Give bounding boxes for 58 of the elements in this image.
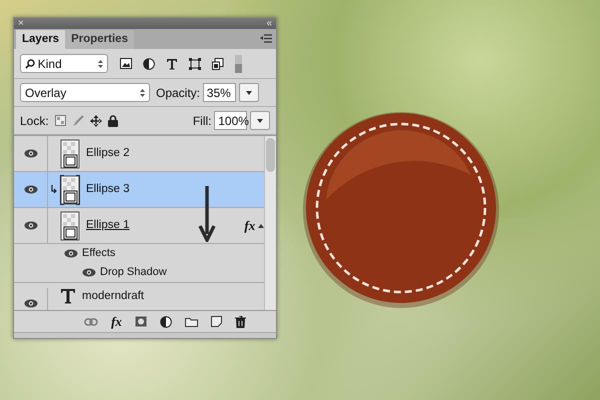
move-icon[interactable] [90,114,102,126]
panel-tab[interactable]: Layers [16,30,66,49]
lock-icon[interactable] [108,114,118,126]
expand-arrow-icon[interactable] [258,224,264,228]
smart-object-icon[interactable] [212,58,224,70]
eye-icon[interactable] [24,221,38,230]
eye-icon[interactable] [24,185,38,194]
menu-icon[interactable] [260,34,272,44]
lock-label: Lock: [20,112,49,130]
opacity-label: Opacity: [156,84,200,102]
layer-name: Ellipse 2 [86,146,130,161]
updown-icon [98,60,103,68]
effects-label: Effects [82,246,116,262]
shape-icon[interactable] [188,58,200,70]
type-icon[interactable] [166,58,178,70]
type-icon [60,288,76,304]
panel-tab[interactable]: Properties [65,30,134,49]
scrollbar-thumb[interactable] [266,138,275,172]
toggle-icon[interactable] [234,54,242,72]
dropdown-button[interactable] [250,111,270,130]
fill-label: Fill: [192,112,212,130]
search-icon [25,58,35,68]
down-arrow-icon [197,184,217,242]
dropdown-button[interactable] [238,83,259,102]
collapse-button[interactable]: « [266,18,272,28]
filter-dropdown[interactable]: Kind [20,54,108,73]
eye-icon[interactable] [64,249,78,258]
image-icon[interactable] [120,58,132,69]
layer-row[interactable]: Ellipse 1 fx [14,208,264,244]
trash-icon[interactable] [234,316,246,328]
half-circle-icon[interactable] [160,316,172,328]
half-circle-icon[interactable] [142,58,154,70]
eye-icon[interactable] [24,149,38,158]
layer-name: Ellipse 1 [86,218,130,233]
effects-badge[interactable]: fx [244,216,256,236]
layer-name: Ellipse 3 [86,182,130,197]
opacity-field[interactable]: 35% [202,83,236,102]
effect-name: Drop Shadow [100,265,167,280]
caret-icon [257,118,263,122]
checker-icon[interactable] [54,115,66,126]
blend-mode-dropdown[interactable]: Overlay [20,83,150,102]
fill-field[interactable]: 100% [214,111,248,130]
eye-icon[interactable] [82,268,96,277]
layer-thumbnail[interactable] [60,174,80,204]
fx-button[interactable]: fx [111,312,122,332]
clip-arrow-icon [51,185,57,194]
eye-icon[interactable] [24,298,38,308]
caret-icon [246,90,252,94]
new-page-icon[interactable] [210,316,222,327]
close-button[interactable]: × [18,18,24,28]
updown-icon [140,88,145,96]
layer-row[interactable]: Ellipse 3 [14,172,264,208]
link-icon[interactable] [84,318,98,326]
mask-icon[interactable] [134,316,147,327]
layer-name: moderndraft [82,289,144,304]
folder-icon[interactable] [184,316,198,326]
layer-thumbnail[interactable] [60,138,80,168]
layer-thumbnail[interactable] [60,210,80,240]
